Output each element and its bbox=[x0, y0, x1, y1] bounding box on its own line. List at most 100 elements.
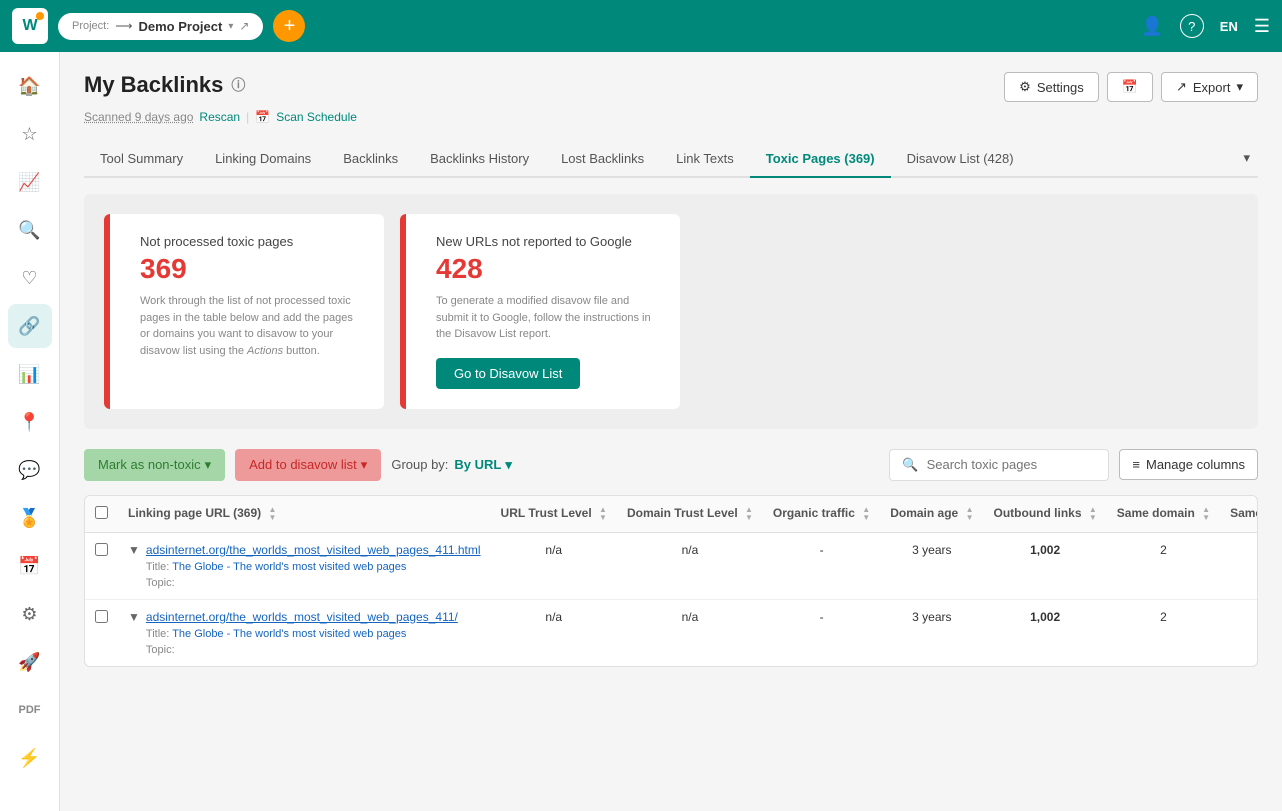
tab-lost-backlinks[interactable]: Lost Backlinks bbox=[545, 141, 660, 178]
go-to-disavow-button[interactable]: Go to Disavow List bbox=[436, 358, 580, 389]
row1-domain-trust: n/a bbox=[617, 532, 763, 599]
page-title: My Backlinks ⓘ bbox=[84, 72, 245, 98]
row1-title-label: Title: bbox=[146, 561, 169, 573]
sidebar-item-lightning[interactable]: ⚡ bbox=[8, 736, 52, 780]
sort-url-trust-icon[interactable]: ▲▼ bbox=[599, 506, 607, 522]
page-title-section: My Backlinks ⓘ bbox=[84, 72, 245, 98]
row2-title-label: Title: bbox=[146, 628, 169, 640]
sidebar-item-home[interactable]: 🏠 bbox=[8, 64, 52, 108]
row2-checkbox-cell bbox=[85, 599, 118, 666]
tab-disavow-list[interactable]: Disavow List (428) bbox=[891, 141, 1030, 178]
rescan-link[interactable]: Rescan bbox=[199, 110, 240, 124]
row2-topic-label: Topic: bbox=[146, 644, 175, 656]
sidebar-item-search[interactable]: 🔍 bbox=[8, 208, 52, 252]
col-url-trust[interactable]: URL Trust Level ▲▼ bbox=[491, 496, 617, 533]
col-domain-trust[interactable]: Domain Trust Level ▲▼ bbox=[617, 496, 763, 533]
sidebar-item-location[interactable]: 📍 bbox=[8, 400, 52, 444]
mark-non-toxic-button[interactable]: Mark as non-toxic ▾ bbox=[84, 449, 225, 481]
group-by-chevron: ▾ bbox=[505, 457, 512, 473]
sort-organic-icon[interactable]: ▲▼ bbox=[862, 506, 870, 522]
group-by-label: Group by: bbox=[391, 457, 448, 472]
row1-url-link[interactable]: adsinternet.org/the_worlds_most_visited_… bbox=[146, 543, 481, 557]
tab-backlinks-history[interactable]: Backlinks History bbox=[414, 141, 545, 178]
stat-number-2: 428 bbox=[436, 253, 656, 285]
sidebar-item-favorites[interactable]: ☆ bbox=[8, 112, 52, 156]
sidebar-item-badge[interactable]: 🏅 bbox=[8, 496, 52, 540]
tab-toxic-pages[interactable]: Toxic Pages (369) bbox=[750, 141, 891, 178]
row2-expand-icon[interactable]: ▼ bbox=[128, 610, 140, 624]
row2-url-cell: ▼ adsinternet.org/the_worlds_most_visite… bbox=[118, 599, 491, 666]
project-open-icon[interactable]: ↗ bbox=[239, 19, 249, 33]
col-domain-age[interactable]: Domain age ▲▼ bbox=[880, 496, 983, 533]
help-icon[interactable]: ? bbox=[1180, 14, 1204, 38]
stat-desc-1: Work through the list of not processed t… bbox=[140, 293, 360, 359]
row2-domain-trust: n/a bbox=[617, 599, 763, 666]
sidebar-item-heart[interactable]: ♡ bbox=[8, 256, 52, 300]
sidebar-item-chat[interactable]: 💬 bbox=[8, 448, 52, 492]
search-input[interactable] bbox=[927, 457, 1097, 472]
select-all-checkbox[interactable] bbox=[95, 506, 108, 519]
col-same-domain[interactable]: Same domain ▲▼ bbox=[1107, 496, 1220, 533]
row1-title-value: The Globe - The world's most visited web… bbox=[172, 561, 406, 573]
sidebar-item-barchart[interactable]: 📊 bbox=[8, 352, 52, 396]
user-icon[interactable]: 👤 bbox=[1141, 16, 1163, 37]
search-icon: 🔍 bbox=[902, 457, 918, 473]
col-checkbox bbox=[85, 496, 118, 533]
col-same-subnet[interactable]: Same subnet ▲▼ bbox=[1220, 496, 1258, 533]
calendar-button[interactable]: 📅 bbox=[1107, 72, 1153, 102]
tab-backlinks[interactable]: Backlinks bbox=[327, 141, 414, 178]
sidebar-item-analytics[interactable]: 📈 bbox=[8, 160, 52, 204]
mark-non-toxic-chevron: ▾ bbox=[205, 457, 212, 473]
row2-checkbox[interactable] bbox=[95, 610, 108, 623]
add-project-button[interactable]: + bbox=[273, 10, 305, 42]
sidebar-item-pdf[interactable]: PDF bbox=[8, 688, 52, 732]
sort-domain-trust-icon[interactable]: ▲▼ bbox=[745, 506, 753, 522]
project-selector[interactable]: Project: ⟶ Demo Project ▾ ↗ bbox=[58, 13, 263, 40]
col-outbound-links[interactable]: Outbound links ▲▼ bbox=[984, 496, 1107, 533]
sort-outbound-icon[interactable]: ▲▼ bbox=[1089, 506, 1097, 522]
scan-time: Scanned 9 days ago bbox=[84, 110, 193, 124]
tab-linking-domains[interactable]: Linking Domains bbox=[199, 141, 327, 178]
settings-gear-icon: ⚙ bbox=[1019, 79, 1031, 95]
sidebar-item-rocket[interactable]: 🚀 bbox=[8, 640, 52, 684]
tab-more-icon[interactable]: ▾ bbox=[1235, 140, 1258, 176]
row1-url-cell: ▼ adsinternet.org/the_worlds_most_visite… bbox=[118, 532, 491, 599]
add-disavow-button[interactable]: Add to disavow list ▾ bbox=[235, 449, 381, 481]
settings-button[interactable]: ⚙ Settings bbox=[1004, 72, 1099, 102]
sort-url-icon[interactable]: ▲▼ bbox=[268, 506, 276, 522]
language-selector[interactable]: EN bbox=[1220, 19, 1238, 34]
logo-icon: W bbox=[12, 8, 48, 44]
data-table-container: Linking page URL (369) ▲▼ URL Trust Leve… bbox=[84, 495, 1258, 667]
stat-card-new-urls: New URLs not reported to Google 428 To g… bbox=[400, 214, 680, 409]
table-row: ▼ adsinternet.org/the_worlds_most_visite… bbox=[85, 532, 1258, 599]
row1-expand-icon[interactable]: ▼ bbox=[128, 543, 140, 557]
row2-outbound-links: 1,002 bbox=[984, 599, 1107, 666]
col-url[interactable]: Linking page URL (369) ▲▼ bbox=[118, 496, 491, 533]
row2-url-link[interactable]: adsinternet.org/the_worlds_most_visited_… bbox=[146, 610, 458, 624]
export-button[interactable]: ↗ Export ▾ bbox=[1161, 72, 1258, 102]
row2-same-domain: 2 bbox=[1107, 599, 1220, 666]
table-row: ▼ adsinternet.org/the_worlds_most_visite… bbox=[85, 599, 1258, 666]
sidebar-item-settings[interactable]: ⚙ bbox=[8, 592, 52, 636]
title-help-icon[interactable]: ⓘ bbox=[231, 75, 245, 95]
tab-tool-summary[interactable]: Tool Summary bbox=[84, 141, 199, 178]
export-chevron-icon: ▾ bbox=[1236, 79, 1243, 95]
menu-icon[interactable]: ☰ bbox=[1254, 16, 1270, 37]
manage-columns-button[interactable]: ≡ Manage columns bbox=[1119, 449, 1258, 480]
group-by-select[interactable]: By URL ▾ bbox=[454, 457, 511, 473]
search-box[interactable]: 🔍 bbox=[889, 449, 1109, 481]
sort-domain-age-icon[interactable]: ▲▼ bbox=[966, 506, 974, 522]
sort-same-domain-icon[interactable]: ▲▼ bbox=[1202, 506, 1210, 522]
sidebar: 🏠 ☆ 📈 🔍 ♡ 🔗 📊 📍 💬 🏅 📅 ⚙ 🚀 PDF ⚡ bbox=[0, 52, 60, 811]
scan-schedule-link[interactable]: Scan Schedule bbox=[276, 110, 357, 124]
sidebar-item-calendar[interactable]: 📅 bbox=[8, 544, 52, 588]
row1-checkbox[interactable] bbox=[95, 543, 108, 556]
row2-same-subnet: 400 bbox=[1220, 599, 1258, 666]
col-organic-traffic[interactable]: Organic traffic ▲▼ bbox=[763, 496, 880, 533]
main-content: My Backlinks ⓘ ⚙ Settings 📅 ↗ Export ▾ bbox=[60, 52, 1282, 811]
stat-desc-2: To generate a modified disavow file and … bbox=[436, 293, 656, 343]
tab-link-texts[interactable]: Link Texts bbox=[660, 141, 750, 178]
data-table: Linking page URL (369) ▲▼ URL Trust Leve… bbox=[85, 496, 1258, 666]
sidebar-item-backlinks[interactable]: 🔗 bbox=[8, 304, 52, 348]
scan-info: Scanned 9 days ago Rescan | 📅 Scan Sched… bbox=[84, 110, 1258, 124]
